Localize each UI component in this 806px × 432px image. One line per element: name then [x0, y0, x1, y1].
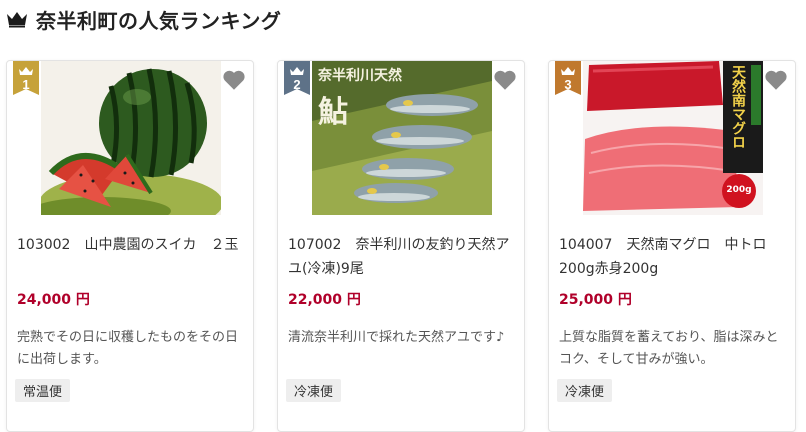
product-name[interactable]: 107002 奈半利川の友釣り天然アユ(冷凍)9尾: [288, 233, 516, 281]
product-price: 25,000 円: [559, 292, 632, 308]
shipping-tag: 冷凍便: [557, 379, 613, 402]
shipping-tag: 常温便: [15, 379, 71, 402]
product-card[interactable]: 1 103002 山中農園のスイカ ２玉 24,000 円 完熟でその日に収穫し…: [6, 60, 254, 432]
product-price: 24,000 円: [17, 292, 90, 308]
product-name[interactable]: 104007 天然南マグロ 中トロ200g赤身200g: [559, 233, 787, 281]
product-description: 上質な脂質を蓄えており、脂は深みとコク、そして甘みが強い。: [559, 330, 779, 367]
heart-icon[interactable]: [763, 67, 789, 93]
section-title: 奈半利町の人気ランキング: [36, 8, 282, 33]
heart-icon[interactable]: [492, 67, 518, 93]
heart-icon[interactable]: [221, 67, 247, 93]
tuna-weight-badge: 200g: [726, 185, 752, 195]
ayu-image-caption: 奈半利川天然: [318, 68, 402, 84]
product-card[interactable]: 天然南マグロ 200g 3 104007 天然南マグロ 中トロ200g赤身200…: [548, 60, 796, 432]
product-name[interactable]: 103002 山中農園のスイカ ２玉: [17, 233, 245, 257]
section-heading: 奈半利町の人気ランキング: [6, 4, 281, 34]
rank-number: 3: [564, 77, 572, 92]
tuna-image-label: 天然南マグロ: [730, 65, 746, 149]
product-price: 22,000 円: [288, 292, 361, 308]
shipping-tag: 冷凍便: [286, 379, 342, 402]
watermelon-image[interactable]: [41, 61, 221, 215]
crown-icon: [7, 12, 27, 28]
rank-number: 1: [22, 77, 30, 92]
product-description: 清流奈半利川で採れた天然アユです♪: [288, 330, 505, 345]
product-card[interactable]: 奈半利川天然 鮎 2 107002 奈半利川の友釣り天然アユ(冷凍)9尾 22,…: [277, 60, 525, 432]
ayu-image-kanji: 鮎: [318, 95, 348, 130]
product-description: 完熟でその日に収穫したものをその日に出荷します。: [17, 330, 239, 367]
rank-number: 2: [293, 77, 301, 92]
